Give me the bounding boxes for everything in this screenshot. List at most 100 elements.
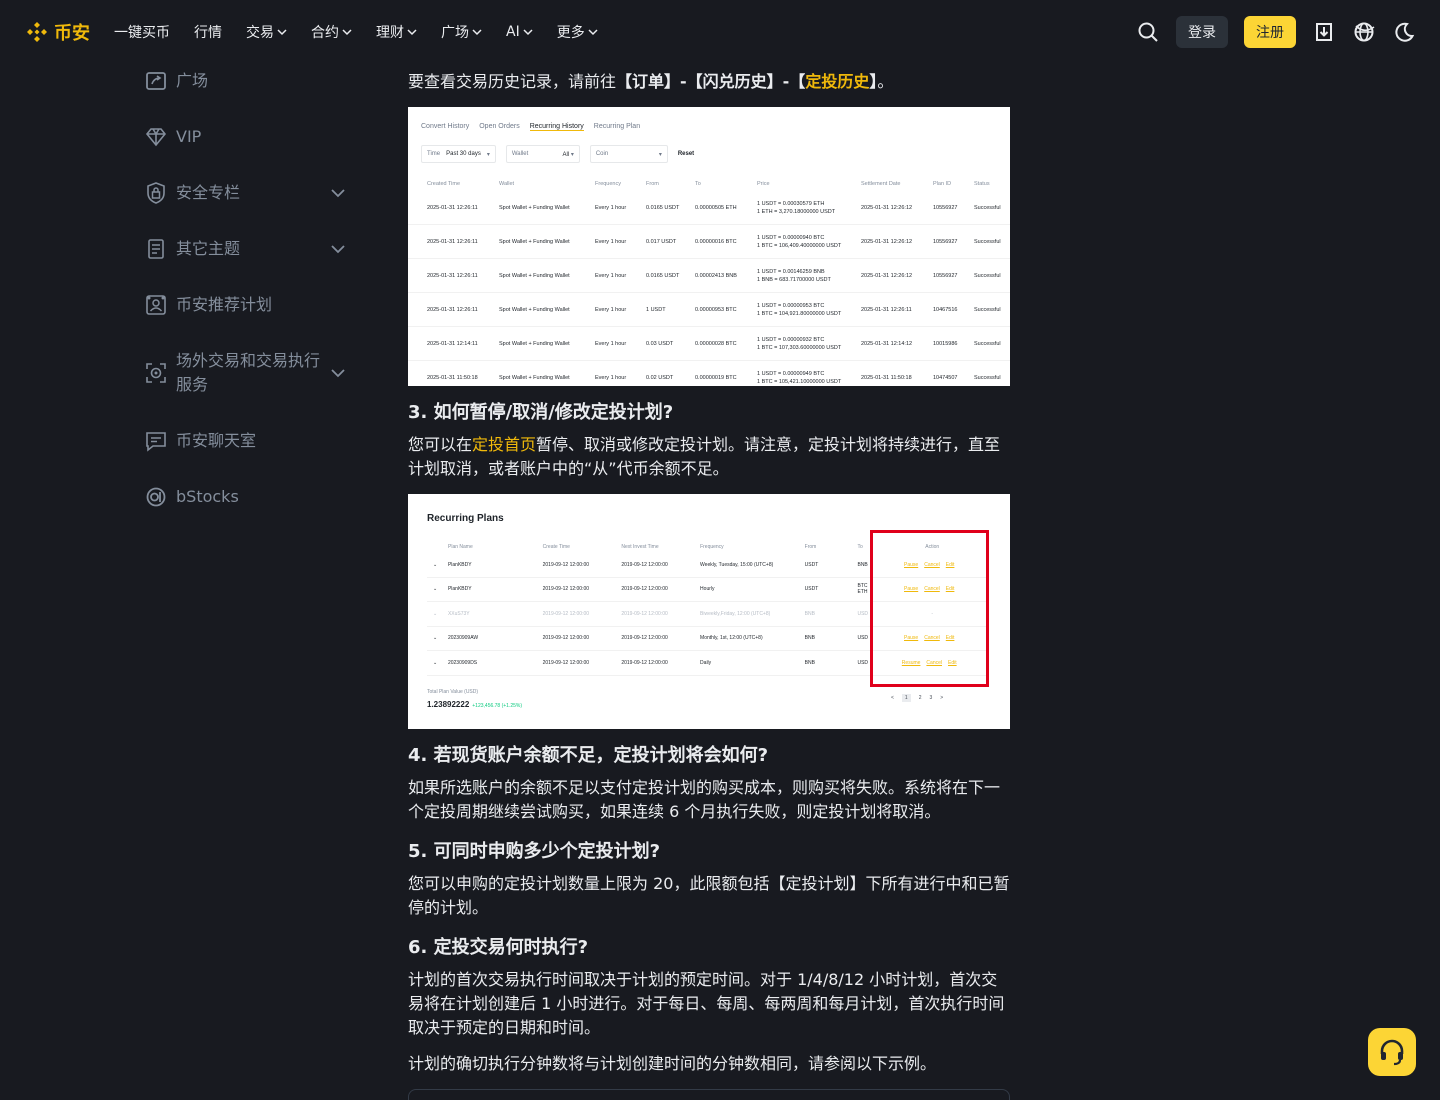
total-change: +123,456.78 (+1.25%) — [472, 703, 523, 709]
sidebar-item-referral[interactable]: 币安推荐计划 — [144, 293, 354, 317]
column-header: Plan ID — [933, 181, 952, 187]
nav-item-label: 合约 — [311, 25, 339, 41]
q6-heading: 6. 定投交易何时执行? — [408, 937, 589, 958]
column-header: Create Time — [542, 543, 570, 550]
nav-item-7[interactable]: 更多 — [557, 22, 598, 42]
filter-label: Coin — [595, 151, 609, 157]
cell-text: 0.0165 USDT — [646, 272, 680, 279]
recurring-history-screenshot: Convert History Open Orders Recurring Hist… — [408, 107, 1010, 386]
cell-text: 1 BNB = 683.71700000 USDT — [757, 276, 831, 283]
table-cell: 1 USDT = 0.00000932 BTC 1 BTC = 107,303.6… — [757, 336, 861, 352]
cell-text: 1 USDT = 0.00146259 BNB — [757, 268, 825, 275]
table-row: 2025-01-31 12:26:11 Spot Wallet + Funding… — [408, 225, 1010, 259]
cell-text: 2025-01-31 11:50:18 — [861, 374, 912, 381]
page-item: 3 — [929, 695, 933, 701]
header-actions: 登录 注册 — [1136, 0, 1416, 64]
referral-icon — [146, 295, 166, 315]
page-item: > — [940, 695, 944, 701]
nav-item-5[interactable]: 广场 — [441, 22, 482, 42]
table-cell: Spot Wallet + Funding Wallet — [499, 238, 595, 246]
table-cell: Successful — [974, 204, 1010, 212]
nav-item-4[interactable]: 理财 — [376, 22, 417, 42]
nav-item-2[interactable]: 交易 — [246, 22, 287, 42]
cell-text: 1 ETH = 3,270.18000000 USDT — [757, 208, 836, 215]
chevron-down-icon — [472, 29, 482, 36]
sidebar-item-security[interactable]: 安全专栏 — [144, 181, 354, 205]
chevron-down-icon — [523, 29, 533, 36]
table-cell: 1 USDT = 0.00000953 BTC 1 BTC = 104,921.8… — [757, 302, 861, 318]
table-cell: 1 USDT = 0.00146259 BNB 1 BNB = 683.71700… — [757, 268, 861, 284]
cell-text: 2019-09-12 12:00:00 — [621, 610, 668, 617]
table-row: 2025-01-31 12:26:11 Spot Wallet + Funding… — [408, 191, 1010, 225]
moon-icon[interactable] — [1392, 20, 1416, 44]
cell-text: 1 USDT = 0.00000949 BTC — [757, 370, 825, 377]
chevron-down-icon[interactable] — [330, 241, 346, 257]
column-header: Created Time — [427, 181, 461, 187]
cell-text: 2025-01-31 11:50:18 — [427, 374, 478, 381]
nav-item-1[interactable]: 行情 — [194, 22, 222, 42]
table-cell: Successful — [974, 238, 1010, 246]
table-cell: 0.017 USDT — [646, 238, 695, 246]
cell-text: 0.00000953 BTC — [695, 306, 737, 313]
cell-text: 1 BTC = 104,921.80000000 USDT — [757, 310, 842, 317]
support-chat-button[interactable] — [1368, 1028, 1416, 1076]
cell-text: 2025-01-31 12:26:12 — [861, 238, 913, 245]
recurring-home-link[interactable]: 定投首页 — [472, 435, 536, 454]
q4-body: 如果所选账户的余额不足以支付定投计划的购买成本，则购买将失败。系统将在下一个定投… — [408, 778, 1001, 821]
cell-text: 2025-01-31 12:26:11 — [427, 238, 478, 245]
download-icon[interactable] — [1312, 20, 1336, 44]
nav-item-0[interactable]: 一键买币 — [114, 22, 170, 42]
sidebar-item-chatroom[interactable]: 币安聊天室 — [144, 429, 354, 453]
cell-text: Successful — [974, 238, 1001, 245]
nav-item-6[interactable]: AI — [506, 24, 533, 40]
sidebar-item-other-topics[interactable]: 其它主题 — [144, 237, 354, 261]
cell-text: PlanKBDY — [447, 586, 472, 593]
diamond-icon — [145, 128, 167, 147]
chevron-down-icon[interactable] — [330, 365, 346, 381]
table-cell: Successful — [974, 340, 1010, 348]
cell-text: Hourly — [700, 586, 715, 593]
table-cell: 1 USDT = 0.00030579 ETH 1 ETH = 3,270.180… — [757, 200, 861, 216]
cell-text: 1 USDT = 0.00000953 BTC — [757, 302, 825, 309]
table-cell: Spot Wallet + Funding Wallet — [499, 340, 595, 348]
globe-icon[interactable] — [1352, 20, 1376, 44]
cell-text: 1 USDT — [646, 306, 666, 313]
cell-text: 1 USDT = 0.00000932 BTC — [757, 336, 825, 343]
chevron-down-icon[interactable] — [330, 185, 346, 201]
table-row: 2025-01-31 12:26:11 Spot Wallet + Funding… — [408, 259, 1010, 293]
expand-chevron-icon: ⌄ — [433, 561, 438, 568]
nav-item-3[interactable]: 合约 — [311, 22, 352, 42]
intro-period: 。 — [877, 72, 894, 91]
lock-icon — [147, 182, 165, 204]
otc-icon — [146, 363, 166, 383]
cell-text: 2025-01-31 12:26:11 — [427, 306, 478, 313]
square-icon — [146, 72, 166, 90]
expand-chevron-icon: ⌄ — [433, 659, 438, 666]
cell-text: BNB — [804, 610, 815, 617]
history-table: Created Time Wallet Frequency From To Price Se… — [408, 177, 1010, 386]
sidebar-item-bstocks[interactable]: bStocks — [144, 485, 354, 509]
example-table-top — [408, 1089, 1010, 1100]
login-button[interactable]: 登录 — [1176, 16, 1228, 48]
search-icon[interactable] — [1136, 20, 1160, 44]
cell-text: 10556927 — [933, 204, 958, 211]
history-filters: Time Past 30 days ▾ Wallet All ▾ Coin ▾ Rese… — [421, 145, 694, 163]
cell-text: 2025-01-31 12:26:12 — [861, 204, 913, 211]
cell-text: Daily — [700, 659, 712, 666]
sidebar-item-otc[interactable]: 场外交易和交易执行服务 — [144, 349, 354, 397]
cell-text: Successful — [974, 340, 1001, 347]
wallet-filter: Wallet All ▾ — [505, 145, 580, 163]
column-header: Wallet — [499, 181, 515, 187]
binance-logo[interactable]: 币安 — [24, 19, 90, 45]
q4-heading: 4. 若现货账户余额不足，定投计划将会如何? — [408, 745, 769, 766]
sidebar-item-square[interactable]: 广场 — [144, 69, 354, 93]
sidebar-item-vip[interactable]: VIP — [144, 125, 354, 149]
signup-button[interactable]: 注册 — [1244, 16, 1296, 48]
recurring-history-link[interactable]: 定投历史 — [805, 72, 869, 91]
cell-text: 1 BTC = 105,421.10000000 USDT — [757, 378, 842, 385]
history-tabs: Convert History Open Orders Recurring Hist… — [421, 123, 640, 131]
table-cell: 0.00000016 BTC — [695, 238, 757, 246]
column-header: To — [695, 181, 701, 187]
table-cell: 10556927 — [933, 204, 974, 212]
cell-text: 0.00000028 BTC — [695, 340, 737, 347]
